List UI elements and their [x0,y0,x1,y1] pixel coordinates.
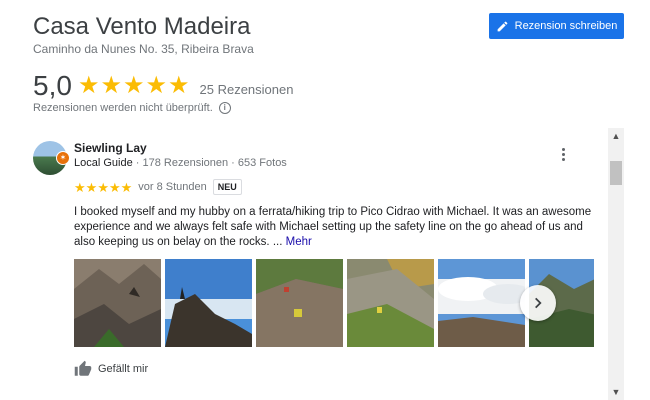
write-review-label: Rezension schreiben [514,20,618,32]
local-guide-badge-icon: ✶ [56,151,70,165]
chevron-right-icon [535,297,542,309]
place-address: Caminho da Nunes No. 35, Ribeira Brava [33,42,254,56]
scroll-thumb[interactable] [610,161,622,185]
reviewer-name[interactable]: Siewling Lay [74,141,147,155]
rating-summary: 5,0 ★ ★ ★ ★ ★ 25 Rezensionen [33,70,293,102]
star-icon: ★ [145,72,167,99]
review-photo[interactable] [256,259,343,347]
review-count[interactable]: 25 Rezensionen [200,82,294,97]
write-review-button[interactable]: Rezension schreiben [489,13,624,39]
star-icon: ★ [97,179,109,195]
scroll-up-icon[interactable]: ▲ [608,128,624,144]
review-photo[interactable] [165,259,252,347]
new-badge: NEU [212,179,242,195]
more-link[interactable]: Mehr [286,236,312,248]
reviews-list[interactable]: ✶ Siewling Lay Local Guide · 178 Rezensi… [33,128,608,400]
star-icon: ★ [85,179,98,195]
place-title: Casa Vento Madeira [33,13,251,40]
star-icon: ★ [74,179,86,195]
review-photo[interactable] [438,259,525,347]
photos-next-button[interactable] [520,285,556,321]
reviews-disclaimer: Rezensionen werden nicht überprüft. i [33,102,231,114]
review-rating-row: ★ ★ ★ ★ ★ vor 8 Stunden NEU [74,179,242,195]
pencil-icon [497,21,508,31]
thumbs-up-icon [74,360,92,376]
average-rating: 5,0 [33,70,72,101]
review-date: vor 8 Stunden [138,181,207,193]
review-photo[interactable] [74,259,161,347]
like-label: Gefällt mir [98,363,149,375]
star-icon: ★ [120,179,133,195]
review-body: I booked myself and my hubby on a ferrat… [74,206,592,248]
star-icon: ★ [122,72,145,99]
more-options-icon[interactable] [555,146,571,162]
reviews-scrollbar[interactable]: ▲ ▼ [608,128,624,400]
reviewer-stats: · 178 Rezensionen · 653 Fotos [132,157,287,169]
disclaimer-text: Rezensionen werden nicht überprüft. [33,102,213,114]
star-icon: ★ [77,72,100,99]
info-icon[interactable]: i [218,102,231,114]
review-photos [74,259,594,347]
average-stars: ★ ★ ★ ★ ★ [78,74,190,98]
like-button[interactable]: Gefällt mir [74,360,148,378]
reviewer-meta: Local Guide · 178 Rezensionen · 653 Foto… [74,157,287,169]
review-photo[interactable] [347,259,434,347]
local-guide-label: Local Guide [74,157,133,169]
review-text: I booked myself and my hubby on a ferrat… [74,205,594,250]
star-icon: ★ [168,72,190,99]
scroll-down-icon[interactable]: ▼ [608,384,624,400]
review-stars: ★ ★ ★ ★ ★ [74,181,132,194]
star-icon: ★ [100,72,122,99]
star-icon: ★ [108,179,121,195]
